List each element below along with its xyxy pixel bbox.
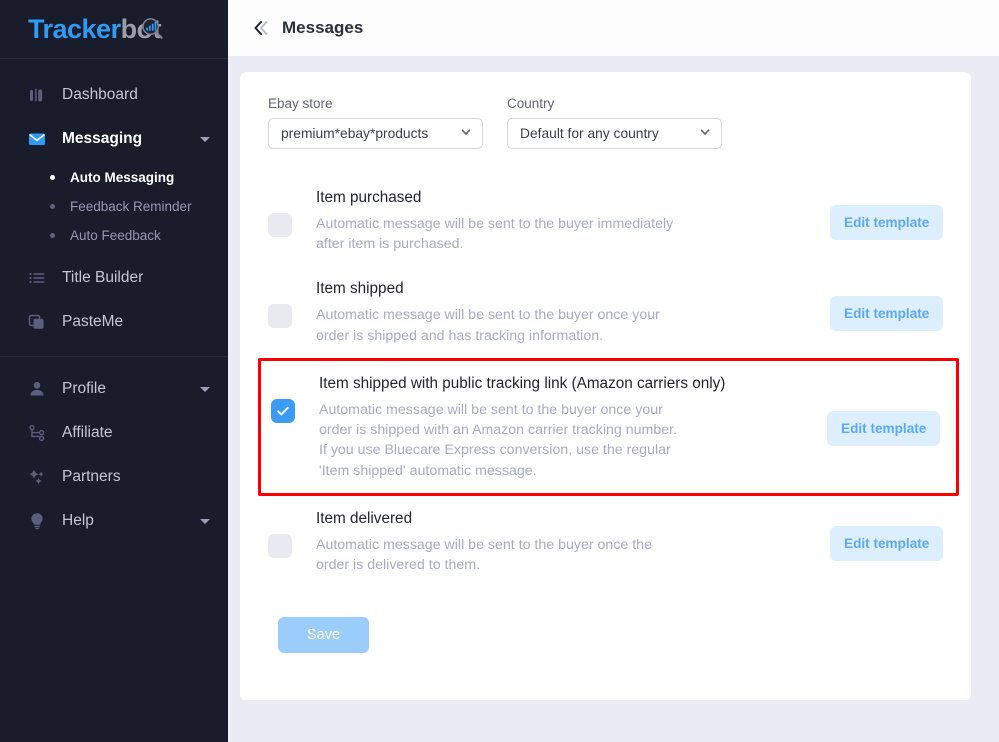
sidebar-item-title-builder[interactable]: Title Builder	[0, 256, 228, 300]
message-text: Item delivered Automatic message will be…	[316, 508, 830, 575]
message-description: Automatic message will be sent to the bu…	[316, 215, 674, 253]
country-label: Country	[507, 96, 555, 111]
app-root: Tracker bot Dashboard Messaging Auto Mes…	[0, 0, 999, 742]
item-shipped-tracking-link-checkbox[interactable]	[271, 398, 295, 423]
sidebar-item-messaging[interactable]: Messaging	[0, 117, 228, 161]
bullet-icon	[50, 175, 55, 180]
sidebar-item-help[interactable]: Help	[0, 499, 228, 543]
edit-template-button[interactable]: Edit template	[830, 526, 943, 561]
sidebar-divider	[0, 356, 228, 357]
country-field: Country Default for any country	[507, 96, 722, 149]
share-nodes-icon	[26, 422, 48, 444]
bar-chart-icon	[26, 84, 48, 106]
list-icon	[26, 267, 48, 289]
magnifier-chart-icon	[141, 17, 163, 39]
double-chevron-left-icon[interactable]	[248, 15, 274, 41]
sidebar-item-feedback-reminder[interactable]: Feedback Reminder	[0, 192, 228, 221]
bullet-icon	[50, 233, 55, 238]
settings-card: Ebay store premium*ebay*products Country	[240, 72, 971, 701]
content-scroll: Ebay store premium*ebay*products Country	[228, 56, 999, 701]
edit-template-button[interactable]: Edit template	[830, 296, 943, 332]
logo-text: Tracker bot	[28, 13, 163, 44]
bottom-spacer	[228, 700, 999, 742]
sidebar-item-label: Help	[62, 512, 94, 529]
sparkle-icon	[26, 466, 48, 488]
message-title: Item delivered	[316, 510, 413, 527]
sidebar-subitem-label: Auto Feedback	[70, 228, 161, 243]
sidebar-item-label: Affiliate	[62, 424, 113, 441]
country-select[interactable]: Default for any country	[507, 118, 722, 149]
message-row-highlighted: Item shipped with public tracking link (…	[258, 357, 959, 496]
ebay-store-field: Ebay store premium*ebay*products	[268, 96, 483, 149]
user-icon	[26, 378, 48, 400]
sidebar-item-label: Dashboard	[62, 86, 138, 103]
sidebar-submenu-messaging: Auto Messaging Feedback Reminder Auto Fe…	[0, 161, 228, 256]
chevron-down-icon[interactable]	[200, 386, 210, 392]
ebay-store-label: Ebay store	[268, 96, 333, 111]
sidebar-item-profile[interactable]: Profile	[0, 367, 228, 411]
page-title: Messages	[282, 18, 364, 37]
chevron-down-icon[interactable]	[200, 136, 210, 142]
sidebar-item-dashboard[interactable]: Dashboard	[0, 73, 228, 117]
item-purchased-checkbox[interactable]	[268, 213, 292, 237]
logo-text-secondary: bot	[121, 15, 163, 43]
sidebar-item-auto-messaging[interactable]: Auto Messaging	[0, 163, 228, 192]
bullet-icon	[50, 204, 55, 209]
logo[interactable]: Tracker bot	[0, 0, 228, 59]
message-row: Item shipped Automatic message will be s…	[240, 266, 971, 357]
chevron-down-icon[interactable]	[200, 518, 210, 524]
message-description: Automatic message will be sent to the bu…	[316, 536, 652, 574]
lightbulb-icon	[26, 510, 48, 532]
sidebar-nav: Dashboard Messaging Auto Messaging Feedb…	[0, 59, 228, 543]
edit-template-button[interactable]: Edit template	[827, 410, 940, 446]
country-value: Default for any country	[520, 126, 659, 141]
sidebar-item-label: Messaging	[62, 130, 143, 147]
sidebar-item-label: Profile	[62, 380, 106, 397]
save-button[interactable]: Save	[278, 617, 369, 654]
save-area: Save	[240, 587, 971, 654]
sidebar-item-affiliate[interactable]: Affiliate	[0, 411, 228, 455]
message-description: Automatic message will be sent to the bu…	[316, 307, 660, 344]
copy-icon	[26, 311, 48, 333]
message-title: Item purchased	[316, 189, 422, 206]
sidebar-subitem-label: Auto Messaging	[70, 170, 175, 185]
top-bar: Messages	[228, 0, 999, 56]
chevron-down-icon	[699, 125, 711, 143]
ebay-store-value: premium*ebay*products	[281, 126, 429, 141]
sidebar-item-label: Partners	[62, 468, 121, 485]
item-delivered-checkbox[interactable]	[268, 534, 292, 558]
message-description: Automatic message will be sent to the bu…	[319, 401, 678, 479]
message-text: Item purchased Automatic message will be…	[316, 187, 830, 254]
item-shipped-checkbox[interactable]	[268, 304, 292, 329]
sidebar-item-label: PasteMe	[62, 313, 124, 330]
sidebar: Tracker bot Dashboard Messaging Auto Mes…	[0, 0, 228, 742]
filters-row: Ebay store premium*ebay*products Country	[240, 96, 971, 149]
message-title: Item shipped	[316, 280, 404, 298]
edit-template-button[interactable]: Edit template	[830, 205, 943, 240]
sidebar-item-label: Title Builder	[62, 269, 144, 286]
chevron-down-icon	[460, 125, 472, 143]
sidebar-item-pasteme[interactable]: PasteMe	[0, 300, 228, 344]
sidebar-item-auto-feedback[interactable]: Auto Feedback	[0, 221, 228, 250]
message-text: Item shipped with public tracking link (…	[319, 373, 827, 481]
logo-text-primary: Tracker	[28, 13, 121, 44]
message-title: Item shipped with public tracking link (…	[319, 374, 726, 392]
message-row: Item delivered Automatic message will be…	[240, 496, 971, 587]
sidebar-subitem-label: Feedback Reminder	[70, 199, 192, 214]
envelope-icon	[26, 128, 48, 150]
message-row: Item purchased Automatic message will be…	[240, 175, 971, 266]
sidebar-item-partners[interactable]: Partners	[0, 455, 228, 499]
check-icon	[277, 406, 289, 416]
message-settings-list: Item purchased Automatic message will be…	[240, 175, 971, 587]
main-area: Messages Ebay store premium*ebay*product…	[228, 0, 999, 742]
message-text: Item shipped Automatic message will be s…	[316, 278, 830, 345]
ebay-store-select[interactable]: premium*ebay*products	[268, 118, 483, 149]
